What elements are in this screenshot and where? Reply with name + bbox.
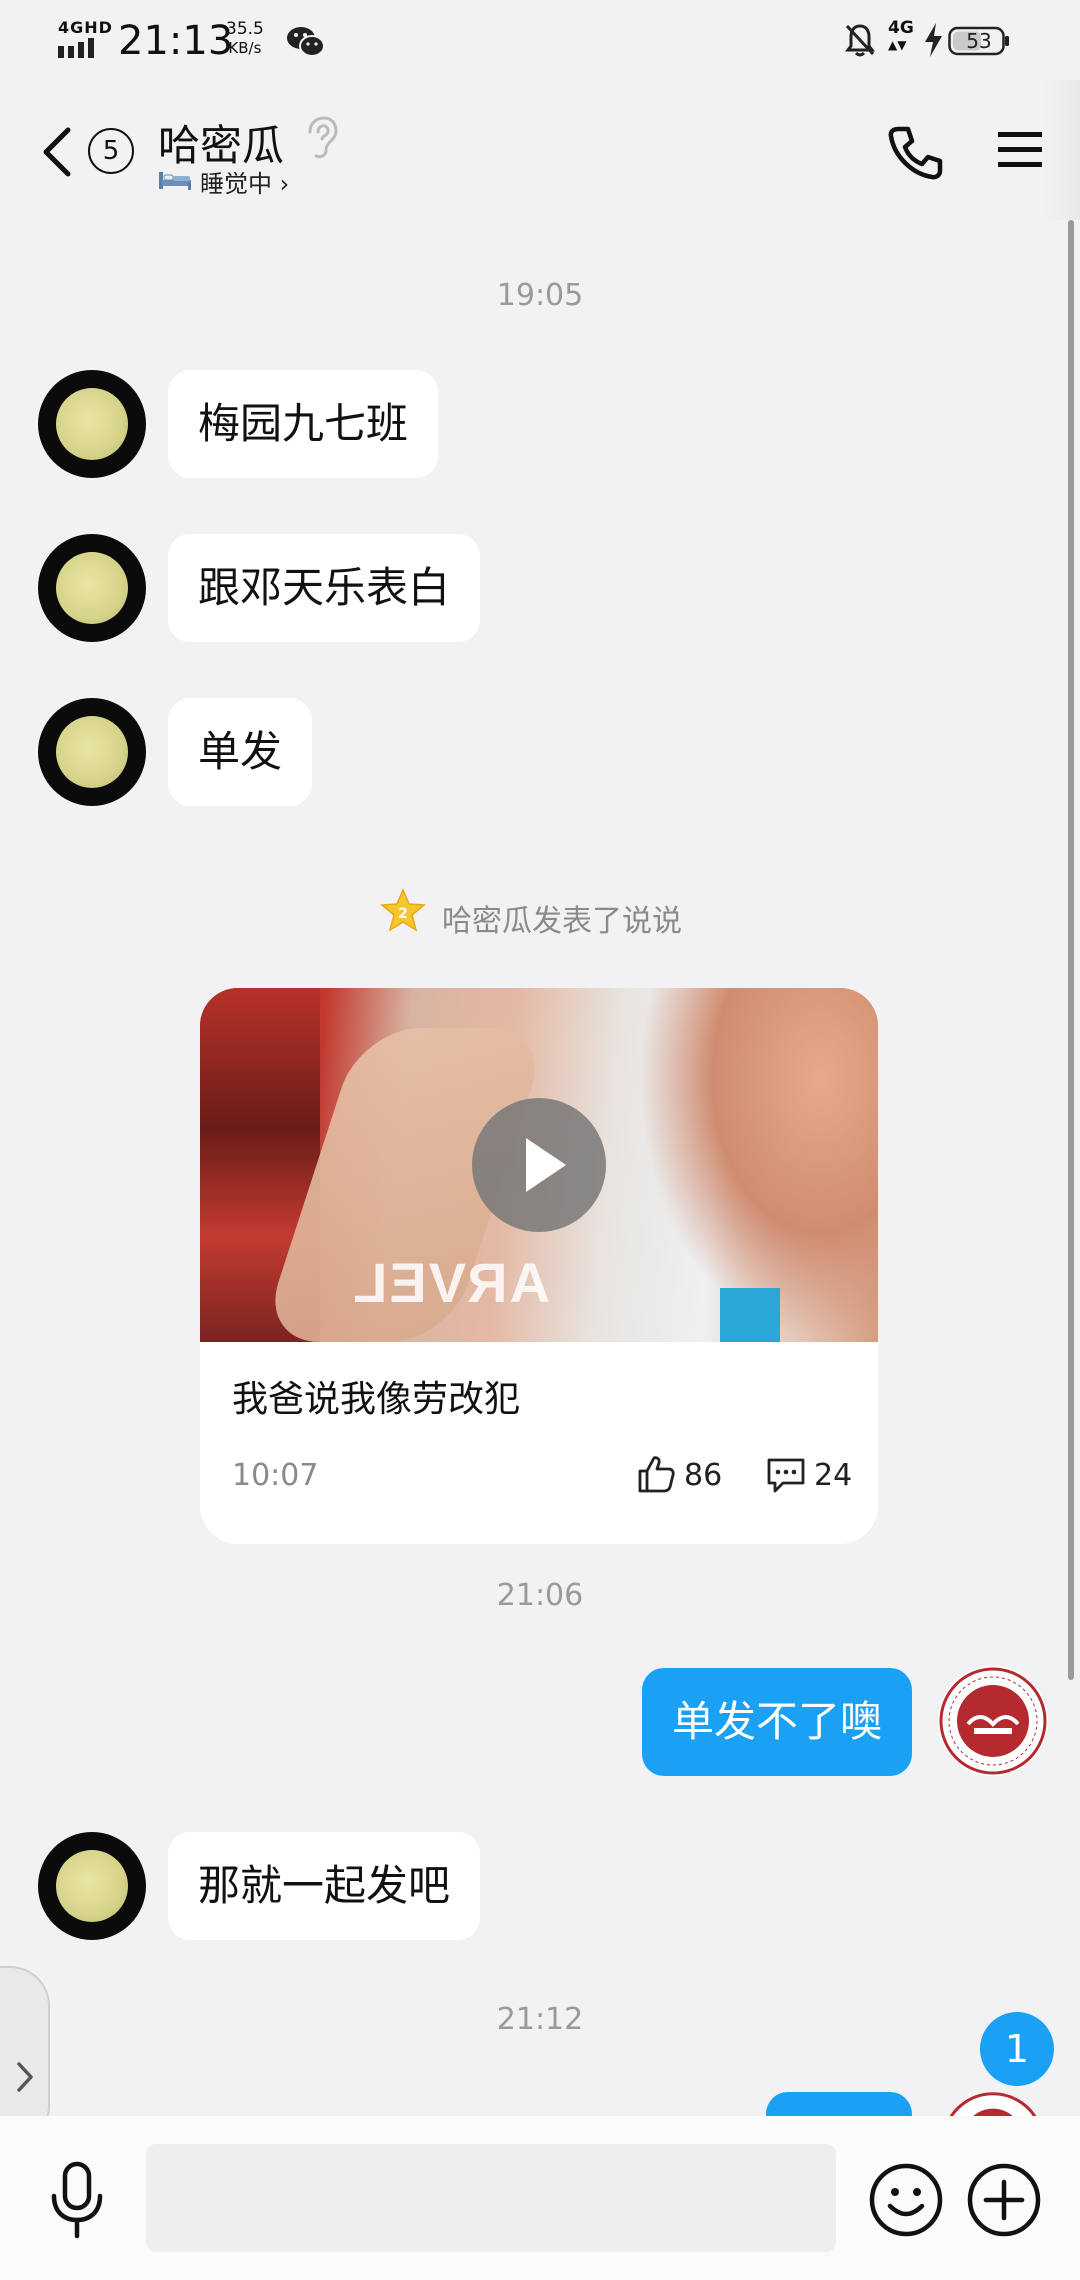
self-avatar[interactable] [938,1666,1048,1776]
like-count: 86 [684,1458,723,1493]
timestamp: 21:06 [496,1578,584,1613]
star-icon: 2 [380,888,426,932]
play-icon [526,1138,566,1192]
network-type-right: 4G ▲▼ [888,20,914,54]
charging-icon [925,23,942,57]
microphone-icon[interactable] [44,2160,110,2240]
contact-avatar[interactable] [38,1832,146,1940]
data-arrows-icon: ▲▼ [888,38,907,52]
melon-image [56,1850,128,1922]
bell-off-icon [845,24,875,57]
contact-avatar[interactable] [38,534,146,642]
unread-count-badge[interactable]: 5 [88,128,134,174]
speed-value: 35.5 [226,19,264,39]
chevron-right-icon[interactable] [14,2060,36,2094]
header-shade [1040,80,1080,220]
speed-unit: KB/s [228,39,262,57]
signal-icon [58,38,94,58]
melon-image [56,388,128,460]
contact-avatar[interactable] [38,698,146,806]
menu-icon[interactable] [996,126,1044,174]
post-card[interactable]: ARVEL 我爸说我像劳改犯 10:07 86 24 [200,988,878,1544]
emoji-icon[interactable] [868,2162,944,2238]
message-input[interactable] [146,2144,836,2252]
contact-status[interactable]: 睡觉中 › [200,164,289,199]
comment-icon[interactable] [766,1456,806,1494]
video-shape [720,1288,780,1342]
message-bubble-in[interactable]: 单发 [168,698,313,806]
new-message-badge[interactable]: 1 [980,2012,1054,2086]
wechat-icon [287,27,325,57]
network-type: 4GHD [58,18,113,37]
thumbs-up-icon[interactable] [636,1454,676,1494]
svg-text:2: 2 [398,906,408,922]
network-speed: 35.5 KB/s [226,20,264,58]
contact-avatar[interactable] [38,370,146,478]
scrollbar[interactable] [1068,220,1074,1680]
bed-icon [159,172,191,190]
chevron-right-icon: › [279,170,290,198]
status-text: 睡觉中 [200,170,272,198]
post-text: 我爸说我像劳改犯 [232,1379,521,1420]
phone-icon[interactable] [886,124,944,182]
message-bubble-in[interactable]: 梅园九七班 [168,370,439,478]
timestamp: 21:12 [496,2002,584,2037]
video-overlay-text: ARVEL [351,1251,550,1314]
comment-count: 24 [814,1458,853,1493]
melon-image [56,716,128,788]
message-bubble-out[interactable]: 单发不了噢 [641,1668,912,1776]
message-bubble-in[interactable]: 跟邓天乐表白 [168,534,481,642]
battery-level: 53 [966,29,992,53]
post-notice: 哈密瓜发表了说说 [442,904,682,939]
ear-icon [308,116,338,159]
melon-image [56,552,128,624]
status-bar: 4GHD 21:13 35.5 KB/s 4G ▲▼ 53 [0,0,1080,80]
post-time: 10:07 [232,1458,319,1493]
timestamp: 19:05 [496,278,584,313]
network-4g: 4G [888,18,914,38]
back-icon[interactable] [38,124,78,180]
plus-icon[interactable] [966,2162,1042,2238]
message-bubble-in[interactable]: 那就一起发吧 [168,1832,481,1940]
clock: 21:13 [118,18,234,64]
